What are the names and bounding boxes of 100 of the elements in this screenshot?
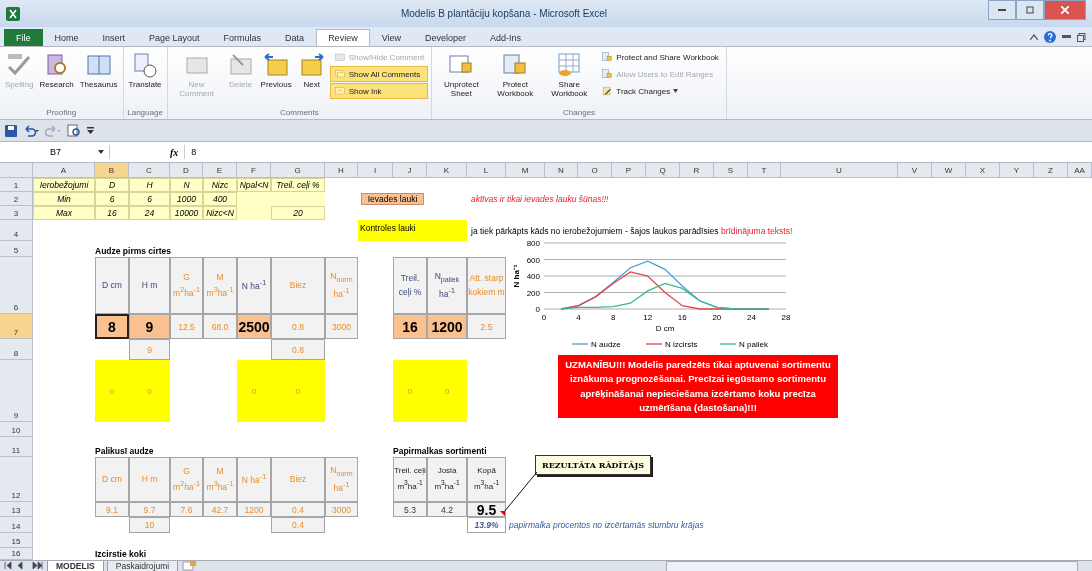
legend-label: Kontroles lauki [358,220,467,241]
restore-icon[interactable] [1077,32,1086,42]
row-header[interactable]: 6 [0,257,33,314]
ribbon-tab[interactable]: Review [316,29,370,46]
ribbon-tab[interactable]: View [369,29,413,46]
row-header[interactable]: 13 [0,502,33,517]
ribbon-button[interactable]: Protect and Share Workbook [597,49,723,65]
table-cell: Treil. ceļi m$^{3}$ha$^{-1}$ [393,457,427,502]
column-header[interactable]: H [325,163,358,178]
row-header[interactable]: 11 [0,437,33,457]
table-cell: M m$^{3}$ha$^{-1}$ [203,457,237,502]
column-header[interactable]: X [966,163,1000,178]
close-button[interactable] [1044,0,1086,20]
table-cell: 0 [95,360,129,422]
print-preview-icon[interactable] [67,124,81,137]
ribbon-button[interactable]: Translate [126,49,164,108]
column-header[interactable]: E [203,163,237,178]
row-header[interactable]: 16 [0,548,33,560]
column-header[interactable]: Z [1034,163,1068,178]
ribbon-button[interactable]: Show All Comments [329,66,429,82]
row-header[interactable]: 4 [0,220,33,241]
column-header[interactable]: V [898,163,932,178]
collapse-ribbon-icon[interactable] [1030,34,1038,40]
row-header[interactable]: 10 [0,422,33,437]
sheet-navigation-icon[interactable] [4,561,44,570]
row-header[interactable]: 8 [0,339,33,360]
table-cell: 4.2 [427,502,467,517]
row-header[interactable]: 14 [0,517,33,533]
table-cell[interactable]: 2500 [237,314,271,339]
file-tab[interactable]: File [4,29,43,46]
ribbon-dropdown[interactable]: Track Changes [597,83,723,99]
table-cell[interactable]: 16 [393,314,427,339]
minimize-button[interactable] [988,0,1016,20]
column-header[interactable]: B [95,163,129,178]
ribbon-button[interactable]: Share Workbook [543,49,596,108]
column-header[interactable]: Q [646,163,680,178]
row-header[interactable]: 1 [0,178,33,192]
column-header[interactable]: M [506,163,545,178]
column-header[interactable]: T [748,163,781,178]
ribbon-tab[interactable]: Insert [90,29,138,46]
row-header[interactable]: 15 [0,533,33,548]
table-cell: Ierobežojumi [33,178,95,192]
column-header[interactable]: C [129,163,170,178]
name-box[interactable]: B7 [0,145,110,159]
row-header[interactable]: 5 [0,241,33,257]
table-title: Papirmalkas sortimenti [393,445,488,457]
column-header[interactable]: U [781,163,898,178]
table-cell[interactable]: 9 [129,314,170,339]
ribbon-button[interactable]: Thesaurus [77,49,120,108]
ribbon-tab[interactable]: Home [42,29,91,46]
help-icon[interactable] [1044,31,1056,43]
ribbon-tab[interactable]: Formulas [211,29,274,46]
ribbon-tab[interactable]: Add-Ins [478,29,534,46]
column-header[interactable]: Y [1000,163,1034,178]
table-cell[interactable]: 1200 [427,314,467,339]
row-header[interactable]: 7 [0,314,33,339]
formula-input[interactable]: 8 [184,145,1092,159]
ribbon-tab[interactable]: Developer [413,29,479,46]
ribbon-button[interactable]: Research [37,49,76,108]
horizontal-scrollbar[interactable] [666,561,1078,571]
column-header[interactable]: A [33,163,95,178]
column-header[interactable]: N [545,163,578,178]
insert-function-button[interactable]: fx [170,146,179,158]
ribbon-tab[interactable]: Data [273,29,317,46]
sheet-tab[interactable]: Paskaidrojumi [106,561,179,571]
column-header[interactable]: AA [1068,163,1092,178]
customize-toolbar-icon[interactable] [87,126,94,135]
table-cell: Nizc<N [203,206,237,220]
ribbon-button[interactable]: Previous [258,49,294,108]
column-header[interactable]: R [680,163,714,178]
column-header[interactable]: G [271,163,325,178]
save-icon[interactable] [5,124,17,137]
row-header[interactable]: 9 [0,360,33,422]
row-header[interactable]: 12 [0,457,33,502]
column-header[interactable]: S [714,163,748,178]
column-header[interactable]: W [932,163,966,178]
column-header[interactable]: O [578,163,612,178]
minimize-icon[interactable] [1062,35,1071,39]
ribbon-button[interactable]: Unprotect Sheet [435,49,488,108]
column-header[interactable]: J [393,163,427,178]
column-header[interactable]: D [170,163,203,178]
column-header[interactable]: K [427,163,467,178]
ribbon-button[interactable]: Protect Workbook [489,49,542,108]
table-cell: Max [33,206,95,220]
column-header[interactable]: F [237,163,271,178]
sheet-tab[interactable]: MODELIS [47,561,104,571]
table-cell: 10000 [170,206,203,220]
table-cell[interactable]: 8 [95,314,129,339]
row-header[interactable]: 2 [0,192,33,206]
table-cell: Biez [271,457,325,502]
ribbon-button[interactable]: Next [295,49,328,108]
column-header[interactable]: P [612,163,646,178]
table-cell: 0 [427,360,467,422]
row-header[interactable]: 3 [0,206,33,220]
axis-tick-label: 600 [526,255,540,265]
ribbon-tab[interactable]: Page Layout [137,29,212,46]
column-header[interactable]: L [467,163,506,178]
column-header[interactable]: I [358,163,393,178]
ribbon-button[interactable]: Show Ink [329,83,429,99]
undo-icon[interactable] [23,124,39,137]
